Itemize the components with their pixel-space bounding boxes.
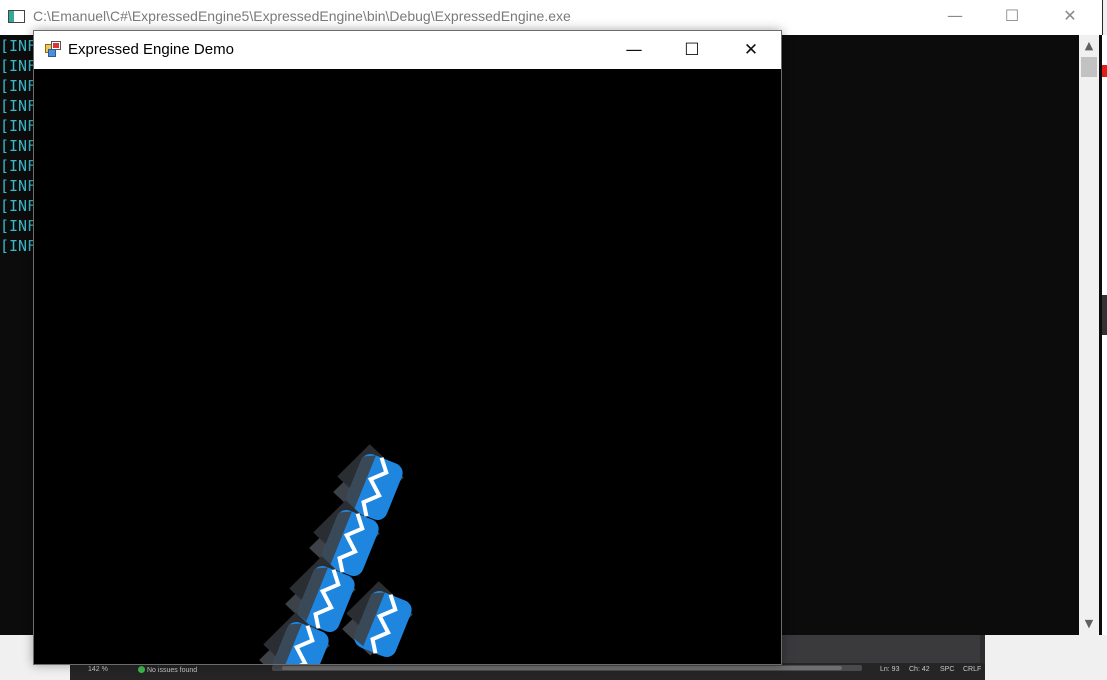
scroll-up-arrow-icon[interactable]: ▲ [1079, 35, 1099, 57]
background-window-panel [1102, 295, 1107, 335]
line-indicator: Ln: 93 [880, 666, 900, 673]
issues-label: No issues found [147, 667, 198, 674]
console-close-button[interactable]: ✕ [1041, 0, 1099, 32]
demo-window: Expressed Engine Demo — ☐ ✕ [33, 30, 782, 665]
app-icon [45, 41, 61, 57]
editor-horizontal-scrollbar[interactable] [272, 665, 862, 671]
console-app-icon [8, 10, 25, 23]
char-indicator: Ch: 42 [909, 666, 930, 673]
console-log-line: [INF [0, 137, 37, 155]
console-log-line: [INF [0, 217, 37, 235]
console-log-line: [INF [0, 37, 37, 55]
scroll-down-arrow-icon[interactable]: ▼ [1079, 613, 1099, 635]
background-window-accent [1102, 65, 1107, 77]
demo-close-button[interactable]: ✕ [722, 31, 780, 69]
console-maximize-button[interactable]: ☐ [983, 0, 1041, 32]
editor-panel [780, 635, 980, 663]
console-minimize-button[interactable]: — [926, 0, 984, 32]
demo-titlebar[interactable]: Expressed Engine Demo — ☐ ✕ [34, 31, 781, 69]
console-vertical-scrollbar[interactable]: ▲ ▼ [1079, 35, 1099, 635]
console-log-line: [INF [0, 117, 37, 135]
console-log-line: [INF [0, 57, 37, 75]
line-ending-indicator[interactable]: CRLF [963, 666, 981, 673]
demo-minimize-button[interactable]: — [605, 31, 663, 69]
console-log-line: [INF [0, 77, 37, 95]
console-title: C:\Emanuel\C#\ExpressedEngine5\Expressed… [33, 8, 571, 24]
console-log-line: [INF [0, 97, 37, 115]
game-viewport[interactable] [34, 69, 781, 664]
whitespace-indicator[interactable]: SPC [940, 666, 954, 673]
background-window-edge [1102, 35, 1107, 635]
console-log-line: [INF [0, 157, 37, 175]
issues-indicator[interactable]: No issues found [138, 666, 197, 674]
console-log-line: [INF [0, 177, 37, 195]
demo-maximize-button[interactable]: ☐ [663, 31, 721, 69]
zoom-level[interactable]: 142 % [88, 666, 108, 673]
check-circle-icon [138, 666, 145, 673]
scroll-thumb[interactable] [1081, 57, 1097, 77]
hscroll-thumb[interactable] [282, 666, 842, 670]
console-log-line: [INF [0, 197, 37, 215]
demo-window-title: Expressed Engine Demo [68, 41, 234, 58]
game-canvas [250, 435, 422, 664]
console-log-line: [INF [0, 237, 37, 255]
